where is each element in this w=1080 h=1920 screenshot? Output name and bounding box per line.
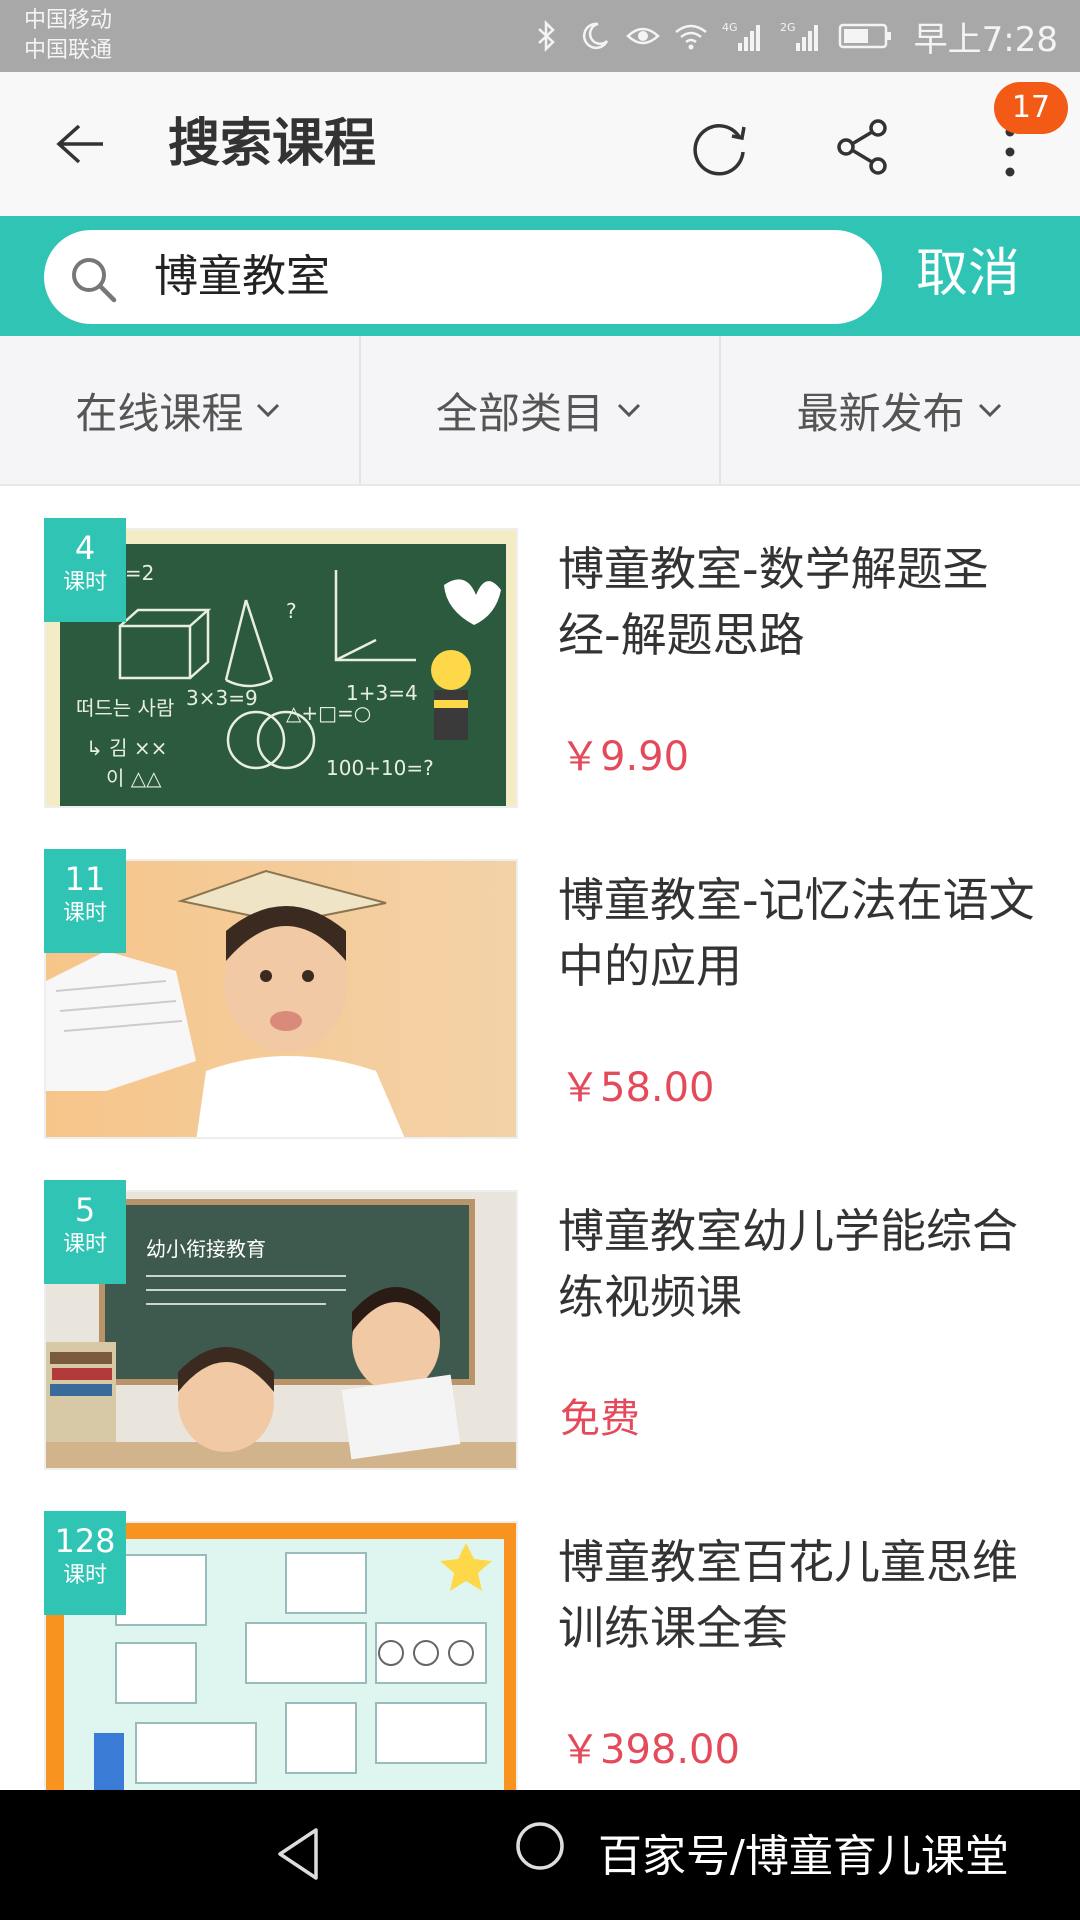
page-title: 搜索课程 xyxy=(168,114,377,174)
lesson-count-badge: 11 课时 xyxy=(44,849,126,953)
course-item[interactable]: □=2 ? 1+3=4 3×3=9 △+□=○ 100+10=? 떠드는 사람 … xyxy=(0,488,1080,819)
svg-text:↳ 김 ××: ↳ 김 ×× xyxy=(86,736,167,760)
course-title[interactable]: 博童教室-数学解题圣经-解题思路 xyxy=(558,536,1048,668)
nav-back-icon[interactable] xyxy=(270,1824,330,1884)
lesson-count: 11 xyxy=(64,860,106,898)
back-arrow-icon xyxy=(56,124,103,164)
carrier-2: 中国联通 xyxy=(24,38,113,63)
wifi-icon xyxy=(674,19,708,53)
course-list: □=2 ? 1+3=4 3×3=9 △+□=○ 100+10=? 떠드는 사람 … xyxy=(0,488,1080,1812)
carrier-1: 中国移动 xyxy=(24,8,113,33)
moon-icon xyxy=(578,19,612,53)
filter-course-type[interactable]: 在线课程 xyxy=(0,336,361,484)
course-item[interactable]: 幼小衔接教育 5 课时 博童教室幼儿学能综合练视频课 免费 xyxy=(0,1150,1080,1481)
carrier-info: 中国移动 中国联通 xyxy=(24,6,112,66)
battery-icon xyxy=(838,19,894,53)
search-bar: 取消 xyxy=(0,216,1080,336)
svg-text:이 △△: 이 △△ xyxy=(106,766,162,790)
back-button[interactable] xyxy=(48,112,112,176)
course-title[interactable]: 博童教室百花儿童思维训练课全套 xyxy=(558,1529,1048,1661)
notification-badge: 17 xyxy=(994,82,1068,134)
course-title[interactable]: 博童教室幼儿学能综合练视频课 xyxy=(558,1198,1048,1330)
svg-text:△+□=○: △+□=○ xyxy=(286,701,371,725)
filter-label: 在线课程 xyxy=(75,388,244,438)
watermark-text: 百家号/博童育儿课堂 xyxy=(598,1831,1009,1882)
filter-label: 最新发布 xyxy=(796,388,965,438)
lesson-unit: 课时 xyxy=(62,901,107,926)
course-title[interactable]: 博童教室-记忆法在语文中的应用 xyxy=(558,867,1048,999)
lesson-unit: 课时 xyxy=(62,1232,107,1257)
course-item[interactable]: 11 课时 博童教室-记忆法在语文中的应用 ￥58.00 xyxy=(0,819,1080,1150)
status-bar: 中国移动 中国联通 4G 2G 早上7:28 xyxy=(0,0,1080,72)
course-price: ￥398.00 xyxy=(560,1727,740,1773)
lesson-unit: 课时 xyxy=(62,1563,107,1588)
network-1-label: 4G xyxy=(722,21,738,34)
chevron-down-icon xyxy=(978,403,1001,418)
search-box[interactable] xyxy=(44,230,882,324)
filter-category[interactable]: 全部类目 xyxy=(361,336,722,484)
app-header: 搜索课程 xyxy=(0,72,1080,216)
chevron-down-icon xyxy=(617,403,641,418)
lesson-count-badge: 4 课时 xyxy=(44,518,126,622)
share-icon xyxy=(837,119,887,175)
chevron-down-icon xyxy=(257,403,280,418)
clock: 早上7:28 xyxy=(913,19,1058,60)
board-text: 幼小衔接教育 xyxy=(146,1237,266,1261)
share-button[interactable] xyxy=(828,112,898,182)
filter-label: 全部类目 xyxy=(436,388,605,438)
lesson-count: 5 xyxy=(74,1191,96,1229)
status-icons: 4G 2G 早上7:28 xyxy=(530,0,1058,72)
refresh-icon xyxy=(693,124,746,176)
filter-bar: 在线课程 全部类目 最新发布 xyxy=(0,336,1080,486)
nav-home-icon[interactable] xyxy=(514,1820,566,1872)
svg-text:?: ? xyxy=(286,599,297,623)
eye-icon xyxy=(625,19,660,53)
course-price: ￥58.00 xyxy=(560,1065,715,1111)
search-input[interactable] xyxy=(154,230,854,324)
svg-text:떠드는 사람: 떠드는 사람 xyxy=(76,696,174,720)
refresh-button[interactable] xyxy=(684,112,754,182)
signal-2-icon: 2G xyxy=(780,19,824,53)
network-2-label: 2G xyxy=(780,21,796,34)
filter-sort[interactable]: 最新发布 xyxy=(721,336,1080,484)
lesson-count-badge: 128 课时 xyxy=(44,1511,126,1615)
course-price: ￥9.90 xyxy=(560,734,690,780)
bluetooth-icon xyxy=(530,19,564,53)
lesson-count-badge: 5 课时 xyxy=(44,1180,126,1284)
course-item[interactable]: 128 课时 博童教室百花儿童思维训练课全套 ￥398.00 xyxy=(0,1481,1080,1812)
svg-text:100+10=?: 100+10=? xyxy=(326,756,434,780)
cancel-button[interactable]: 取消 xyxy=(916,234,1020,314)
svg-text:3×3=9: 3×3=9 xyxy=(186,686,258,710)
course-price: 免费 xyxy=(560,1396,640,1442)
signal-1-icon: 4G xyxy=(722,19,766,53)
search-icon xyxy=(72,258,117,303)
lesson-count: 4 xyxy=(74,529,96,567)
lesson-count: 128 xyxy=(54,1522,116,1560)
lesson-unit: 课时 xyxy=(62,570,107,595)
system-nav-bar: 百家号/博童育儿课堂 xyxy=(0,1790,1080,1920)
